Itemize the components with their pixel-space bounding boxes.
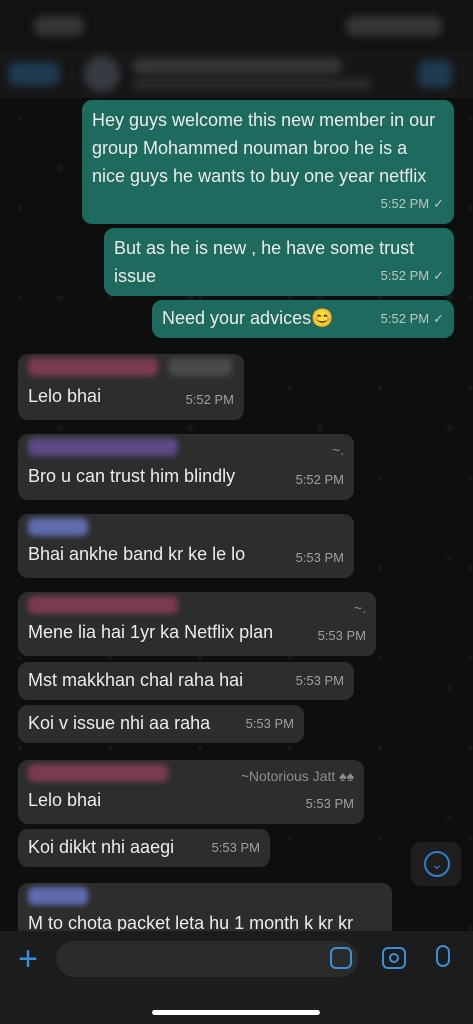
message-bubble[interactable]: ~Notorious Jatt ♠♠ Lelo bhai 5:53 PM <box>18 760 364 824</box>
message-bubble[interactable]: Need your advices😊 5:52 PM ✓ <box>152 300 454 338</box>
group-avatar[interactable] <box>84 56 120 92</box>
back-icon[interactable] <box>8 62 60 86</box>
status-icons-blurred <box>346 16 442 36</box>
video-call-icon[interactable] <box>418 60 452 88</box>
message-time: 5:52 PM ✓ <box>380 196 444 211</box>
sender-name-blurred <box>28 518 88 536</box>
camera-icon[interactable] <box>382 947 406 969</box>
group-name-blurred[interactable] <box>132 58 342 74</box>
sender-name-blurred <box>28 358 158 376</box>
message-bubble[interactable]: Lelo bhai 5:52 PM <box>18 354 244 420</box>
status-bar <box>0 0 473 50</box>
message-time: 5:52 PM <box>295 472 344 487</box>
read-tick-icon: ✓ <box>433 311 444 326</box>
message-text: Mene lia hai 1yr ka Netflix plan <box>28 622 274 642</box>
message-time: 5:53 PM <box>317 628 366 643</box>
message-bubble[interactable]: But as he is new , he have some trust is… <box>104 228 454 296</box>
message-time: 5:53 PM <box>295 673 344 688</box>
sender-handle-blurred <box>168 358 232 376</box>
message-time: 5:53 PM <box>305 796 354 811</box>
message-time: 5:52 PM <box>185 392 234 407</box>
sender-name-blurred <box>28 887 88 905</box>
message-bubble[interactable]: Koi v issue nhi aa raha 5:53 PM <box>18 705 304 743</box>
sender-name-blurred <box>28 438 178 456</box>
scroll-down-button[interactable]: ⌄ <box>411 842 461 886</box>
message-bubble[interactable]: Hey guys welcome this new member in our … <box>82 100 454 224</box>
message-bubble[interactable]: M to chota packet leta hu 1 month k kr k… <box>18 883 392 931</box>
message-bubble[interactable]: ~. Bro u can trust him blindly 5:52 PM <box>18 434 354 500</box>
message-bubble[interactable]: Bhai ankhe band kr ke le lo 5:53 PM <box>18 514 354 578</box>
message-bubble[interactable]: ~. Mene lia hai 1yr ka Netflix plan 5:53… <box>18 592 376 656</box>
mic-icon[interactable] <box>436 945 450 967</box>
scroll-down-icon: ⌄ <box>424 851 450 877</box>
message-time: 5:52 PM ✓ <box>380 268 444 283</box>
read-tick-icon: ✓ <box>433 196 444 211</box>
message-bubble[interactable]: Mst makkhan chal raha hai 5:53 PM <box>18 662 354 700</box>
message-time: 5:52 PM ✓ <box>380 311 444 326</box>
message-time: 5:53 PM <box>211 840 260 855</box>
message-text: Hey guys welcome this new member in our … <box>92 110 436 186</box>
chat-header <box>0 50 473 98</box>
message-input[interactable] <box>56 941 358 977</box>
sender-name-blurred <box>28 764 168 782</box>
group-members-blurred <box>132 78 372 90</box>
message-time: 5:53 PM <box>245 716 294 731</box>
home-indicator <box>152 1010 320 1015</box>
chat-area[interactable]: Hey guys welcome this new member in our … <box>0 98 473 931</box>
sticker-icon[interactable] <box>330 947 352 969</box>
status-time-blurred <box>34 16 84 36</box>
message-time: 5:53 PM <box>295 550 344 565</box>
sender-name-blurred <box>28 596 178 614</box>
message-text: M to chota packet leta hu 1 month k kr k… <box>28 913 354 931</box>
message-bubble[interactable]: Koi dikkt nhi aaegi 5:53 PM <box>18 829 270 867</box>
sender-handle: ~. <box>331 442 344 458</box>
plus-icon[interactable]: + <box>12 939 44 979</box>
read-tick-icon: ✓ <box>433 268 444 283</box>
